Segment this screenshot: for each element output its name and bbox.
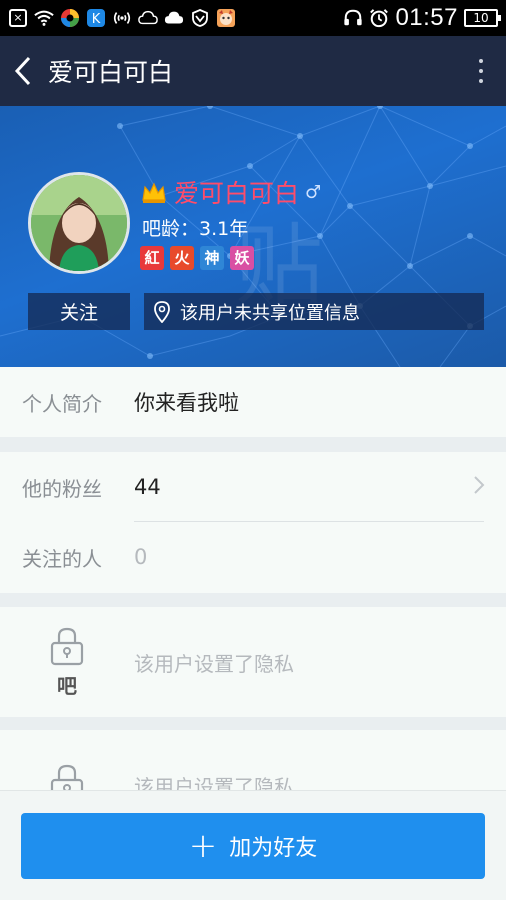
forums-caption: 吧 (57, 673, 77, 698)
location-pin-icon (154, 300, 170, 323)
fans-row[interactable]: 他的粉丝 44 (0, 452, 506, 522)
avatar-image (31, 175, 127, 271)
location-text: 该用户未共享位置信息 (180, 302, 360, 324)
cat-app-icon (216, 8, 236, 28)
badge-huo[interactable]: 火 (170, 246, 194, 270)
wifi-icon (34, 8, 54, 28)
level-badges: 紅 火 神 妖 (140, 246, 254, 270)
lock-column: 吧 (0, 626, 134, 699)
k-app-icon: K (86, 8, 106, 28)
stats-card: 他的粉丝 44 关注的人 0 (0, 452, 506, 593)
chevron-right-icon (474, 476, 485, 494)
sun-cloud-icon (164, 8, 184, 28)
badge-shen[interactable]: 神 (200, 246, 224, 270)
following-label: 关注的人 (22, 546, 102, 571)
location-info: 该用户未共享位置信息 (144, 293, 484, 330)
back-button[interactable] (0, 36, 46, 106)
chevron-left-icon (14, 56, 31, 86)
bottom-action-bar: + 加为好友 (0, 790, 506, 900)
follow-button[interactable]: 关注 (28, 293, 130, 330)
intro-label: 个人简介 (22, 391, 102, 416)
shield-icon (190, 8, 210, 28)
add-friend-button[interactable]: + 加为好友 (21, 813, 485, 879)
add-friend-label: 加为好友 (229, 836, 318, 861)
badge-hong[interactable]: 紅 (140, 246, 164, 270)
battery-indicator: 10 (464, 9, 501, 27)
dot-icon (479, 69, 483, 73)
profile-banner: 贴 爱可白可白 ♂ 吧龄：3.1年 紅 火 神 妖 关注 该用户未共享位置信息 (0, 106, 506, 367)
following-row: 关注的人 0 (0, 522, 506, 592)
forums-privacy-section: 吧 该用户设置了隐私 (0, 607, 506, 717)
page-title: 爱可白可白 (48, 58, 174, 87)
dot-icon (479, 59, 483, 63)
weather-cloud-icon (138, 8, 158, 28)
forum-age: 吧龄：3.1年 (142, 218, 249, 240)
app-bar: 爱可白可白 (0, 36, 506, 106)
svg-text:K: K (92, 12, 101, 27)
avatar[interactable] (28, 172, 130, 274)
dot-icon (479, 79, 483, 83)
intro-row: 个人简介 你来看我啦 (0, 367, 506, 437)
male-gender-icon: ♂ (305, 181, 322, 203)
close-box-icon: × (8, 8, 28, 28)
privacy-text: 该用户设置了隐私 (134, 651, 294, 676)
username-row: 爱可白可白 ♂ (140, 174, 321, 210)
badge-yao[interactable]: 妖 (230, 246, 254, 270)
alarm-icon (369, 8, 389, 28)
more-options-button[interactable] (456, 36, 506, 106)
crown-icon (142, 182, 166, 203)
following-value: 0 (134, 545, 148, 569)
fans-label: 他的粉丝 (22, 476, 102, 501)
lock-icon (50, 627, 84, 665)
intro-card: 个人简介 你来看我啦 (0, 367, 506, 437)
color-app-icon (60, 8, 80, 28)
nfc-icon (112, 8, 132, 28)
plus-icon: + (188, 826, 218, 866)
status-bar: × K 01:57 10 (0, 0, 506, 36)
username: 爱可白可白 (174, 179, 300, 208)
intro-value: 你来看我啦 (134, 391, 239, 415)
fans-value: 44 (134, 475, 161, 499)
clock-time: 01:57 (395, 4, 458, 31)
headphones-icon (343, 8, 363, 28)
